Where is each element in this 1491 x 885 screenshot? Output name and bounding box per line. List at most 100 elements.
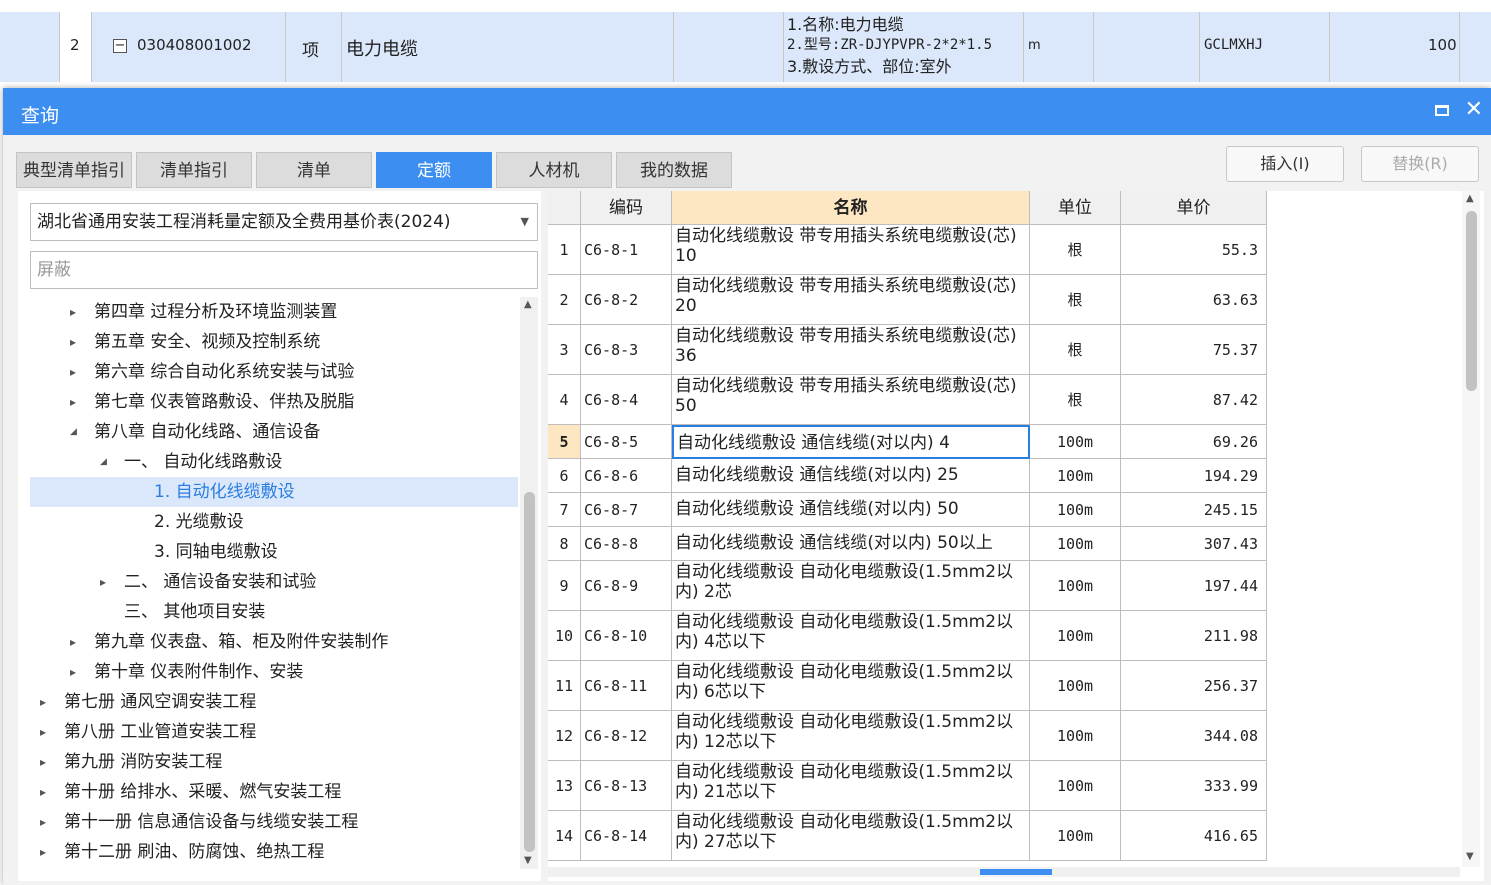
tree-item[interactable]: ◢ 第八章 自动化线路、通信设备 [30,417,518,447]
expand-arrow-icon[interactable]: ▸ [70,627,76,657]
table-row[interactable]: 3 C6-8-3 自动化线缆敷设 带专用插头系统电缆敷设(芯) 36 根 75.37 [548,325,1267,375]
tab-quota[interactable]: 定额 [376,152,492,188]
expand-arrow-icon[interactable]: ▸ [40,837,46,867]
tree-item[interactable]: ◢ 一、 自动化线路敷设 [30,447,518,477]
expand-arrow-icon[interactable]: ▸ [70,327,76,357]
tree-item[interactable]: ▸ 第七册 通风空调安装工程 [30,687,518,717]
close-icon[interactable]: ✕ [1465,97,1483,123]
header-price[interactable]: 单价 [1121,191,1267,225]
row-unit: 100m [1030,493,1121,527]
row-features: 1.名称:电力电缆 2.型号:ZR-DJYPVPR-2*2*1.5 3.敷设方式… [787,15,993,76]
tree-item[interactable]: ▸ 第十二册 刷油、防腐蚀、绝热工程 [30,837,518,867]
tree-item[interactable]: 三、 其他项目安装 [30,597,518,627]
row-unit: m [1028,38,1041,53]
table-row[interactable]: 12 C6-8-12 自动化线缆敷设 自动化电缆敷设(1.5mm2以内) 12芯以下… [548,711,1267,761]
tab-labor-material-machine[interactable]: 人材机 [496,152,612,188]
table-row[interactable]: 4 C6-8-4 自动化线缆敷设 带专用插头系统电缆敷设(芯) 50 根 87.42 [548,375,1267,425]
expand-arrow-icon[interactable]: ▸ [70,357,76,387]
row-unit: 100m [1030,527,1121,561]
header-unit[interactable]: 单位 [1030,191,1121,225]
table-row[interactable]: 6 C6-8-6 自动化线缆敷设 通信线缆(对以内) 25 100m 194.29 [548,459,1267,493]
row-price: 69.26 [1121,425,1267,459]
row-code: C6-8-9 [581,561,672,611]
tree-item[interactable]: 3. 同轴电缆敷设 [30,537,518,567]
expand-arrow-icon[interactable]: ▸ [40,687,46,717]
tab-list[interactable]: 清单 [256,152,372,188]
table-row[interactable]: 8 C6-8-8 自动化线缆敷设 通信线缆(对以内) 50以上 100m 307.43 [548,527,1267,561]
scroll-up-arrow-icon[interactable]: ▲ [1466,193,1474,204]
row-unit: 根 [1030,325,1121,375]
table-row[interactable]: 7 C6-8-7 自动化线缆敷设 通信线缆(对以内) 50 100m 245.15 [548,493,1267,527]
row-name: 自动化线缆敷设 带专用插头系统电缆敷设(芯) 36 [672,325,1030,375]
tree-item[interactable]: ▸ 第九章 仪表盘、箱、柜及附件安装制作 [30,627,518,657]
expand-arrow-icon[interactable]: ▸ [40,747,46,777]
tab-my-data[interactable]: 我的数据 [616,152,732,188]
row-name: 自动化线缆敷设 自动化电缆敷设(1.5mm2以内) 12芯以下 [672,711,1030,761]
table-hscroll-thumb[interactable] [980,869,1052,875]
table-row[interactable]: 14 C6-8-14 自动化线缆敷设 自动化电缆敷设(1.5mm2以内) 27芯以下… [548,811,1267,861]
tree-scrollbar[interactable]: ▲ ▼ [520,297,538,869]
tree-item[interactable]: ▸ 第六章 综合自动化系统安装与试验 [30,357,518,387]
tree-item[interactable]: ▸ 第十册 给排水、采暖、燃气安装工程 [30,777,518,807]
table-row[interactable]: 5 C6-8-5 自动化线缆敷设 通信线缆(对以内) 4 100m 69.26 [548,425,1267,459]
expand-arrow-icon[interactable]: ▸ [70,297,76,327]
replace-button[interactable]: 替换(R) [1361,146,1479,182]
collapse-arrow-icon[interactable]: ◢ [70,417,77,447]
row-code: C6-8-4 [581,375,672,425]
maximize-icon[interactable] [1435,105,1449,116]
chevron-down-icon[interactable]: ▼ [521,204,529,240]
expand-arrow-icon[interactable]: ▸ [100,567,106,597]
table-scroll-thumb[interactable] [1466,211,1477,391]
row-code: C6-8-3 [581,325,672,375]
tree-item[interactable]: ▸ 第九册 消防安装工程 [30,747,518,777]
row-index: 14 [548,811,581,861]
expand-arrow-icon[interactable]: ▸ [70,387,76,417]
tree-item[interactable]: ▸ 第十一册 信息通信设备与线缆安装工程 [30,807,518,837]
header-code[interactable]: 编码 [581,191,672,225]
dialog-titlebar[interactable]: 查询 ✕ [3,88,1491,135]
row-unit: 100m [1030,761,1121,811]
collapse-icon[interactable]: − [113,39,127,53]
scroll-down-arrow-icon[interactable]: ▼ [1466,851,1474,862]
table-row[interactable]: 9 C6-8-9 自动化线缆敷设 自动化电缆敷设(1.5mm2以内) 2芯 100m 1… [548,561,1267,611]
tree-item[interactable]: ▸ 二、 通信设备安装和试验 [30,567,518,597]
scroll-up-arrow-icon[interactable]: ▲ [524,299,532,310]
table-scrollbar[interactable]: ▲ ▼ [1462,191,1480,867]
tab-typical-list-guide[interactable]: 典型清单指引 [16,152,132,188]
row-index: 2 [548,275,581,325]
table-row[interactable]: 10 C6-8-10 自动化线缆敷设 自动化电缆敷设(1.5mm2以内) 4芯以下 1… [548,611,1267,661]
table-row[interactable]: 1 C6-8-1 自动化线缆敷设 带专用插头系统电缆敷设(芯) 10 根 55.3 [548,225,1267,275]
tree-item[interactable]: ▸ 第七章 仪表管路敷设、伴热及脱脂 [30,387,518,417]
tree-item[interactable]: ▸ 第五章 安全、视频及控制系统 [30,327,518,357]
collapse-arrow-icon[interactable]: ◢ [100,447,107,477]
tree-item[interactable]: ▸ 第四章 过程分析及环境监测装置 [30,297,518,327]
row-code: C6-8-5 [581,425,672,459]
expand-arrow-icon[interactable]: ▸ [70,657,76,687]
row-name: 自动化线缆敷设 通信线缆(对以内) 50 [672,493,1030,527]
row-name: 自动化线缆敷设 自动化电缆敷设(1.5mm2以内) 2芯 [672,561,1030,611]
tree-scroll-thumb[interactable] [524,492,535,852]
expand-arrow-icon[interactable]: ▸ [40,717,46,747]
library-select[interactable]: 湖北省通用安装工程消耗量定额及全费用基价表(2024) ▼ [30,203,538,241]
row-index: 5 [548,425,581,459]
tab-list-guide[interactable]: 清单指引 [136,152,252,188]
expand-arrow-icon[interactable]: ▸ [40,807,46,837]
tree-item[interactable]: 2. 光缆敷设 [30,507,518,537]
row-name: 自动化线缆敷设 带专用插头系统电缆敷设(芯) 20 [672,275,1030,325]
background-row[interactable]: 2 − 030408001002 项 电力电缆 1.名称:电力电缆 2.型号:Z… [0,12,1491,83]
expand-arrow-icon[interactable]: ▸ [40,777,46,807]
library-select-value: 湖北省通用安装工程消耗量定额及全费用基价表(2024) [37,212,451,232]
table-row[interactable]: 2 C6-8-2 自动化线缆敷设 带专用插头系统电缆敷设(芯) 20 根 63.63 [548,275,1267,325]
tree-item[interactable]: ▸ 第十章 仪表附件制作、安装 [30,657,518,687]
scroll-down-arrow-icon[interactable]: ▼ [524,855,532,866]
tree-item[interactable]: ▸ 第八册 工业管道安装工程 [30,717,518,747]
row-index: 10 [548,611,581,661]
table-row[interactable]: 11 C6-8-11 自动化线缆敷设 自动化电缆敷设(1.5mm2以内) 6芯以下 1… [548,661,1267,711]
tree-item-selected[interactable]: 1. 自动化线缆敷设 [30,477,518,507]
row-name: 自动化线缆敷设 通信线缆(对以内) 4 [672,425,1030,459]
table-hscrollbar[interactable] [548,867,1460,877]
insert-button[interactable]: 插入(I) [1226,146,1344,182]
table-row[interactable]: 13 C6-8-13 自动化线缆敷设 自动化电缆敷设(1.5mm2以内) 21芯以下… [548,761,1267,811]
filter-input[interactable]: 屏蔽 [30,251,538,289]
header-name[interactable]: 名称 [672,191,1030,225]
